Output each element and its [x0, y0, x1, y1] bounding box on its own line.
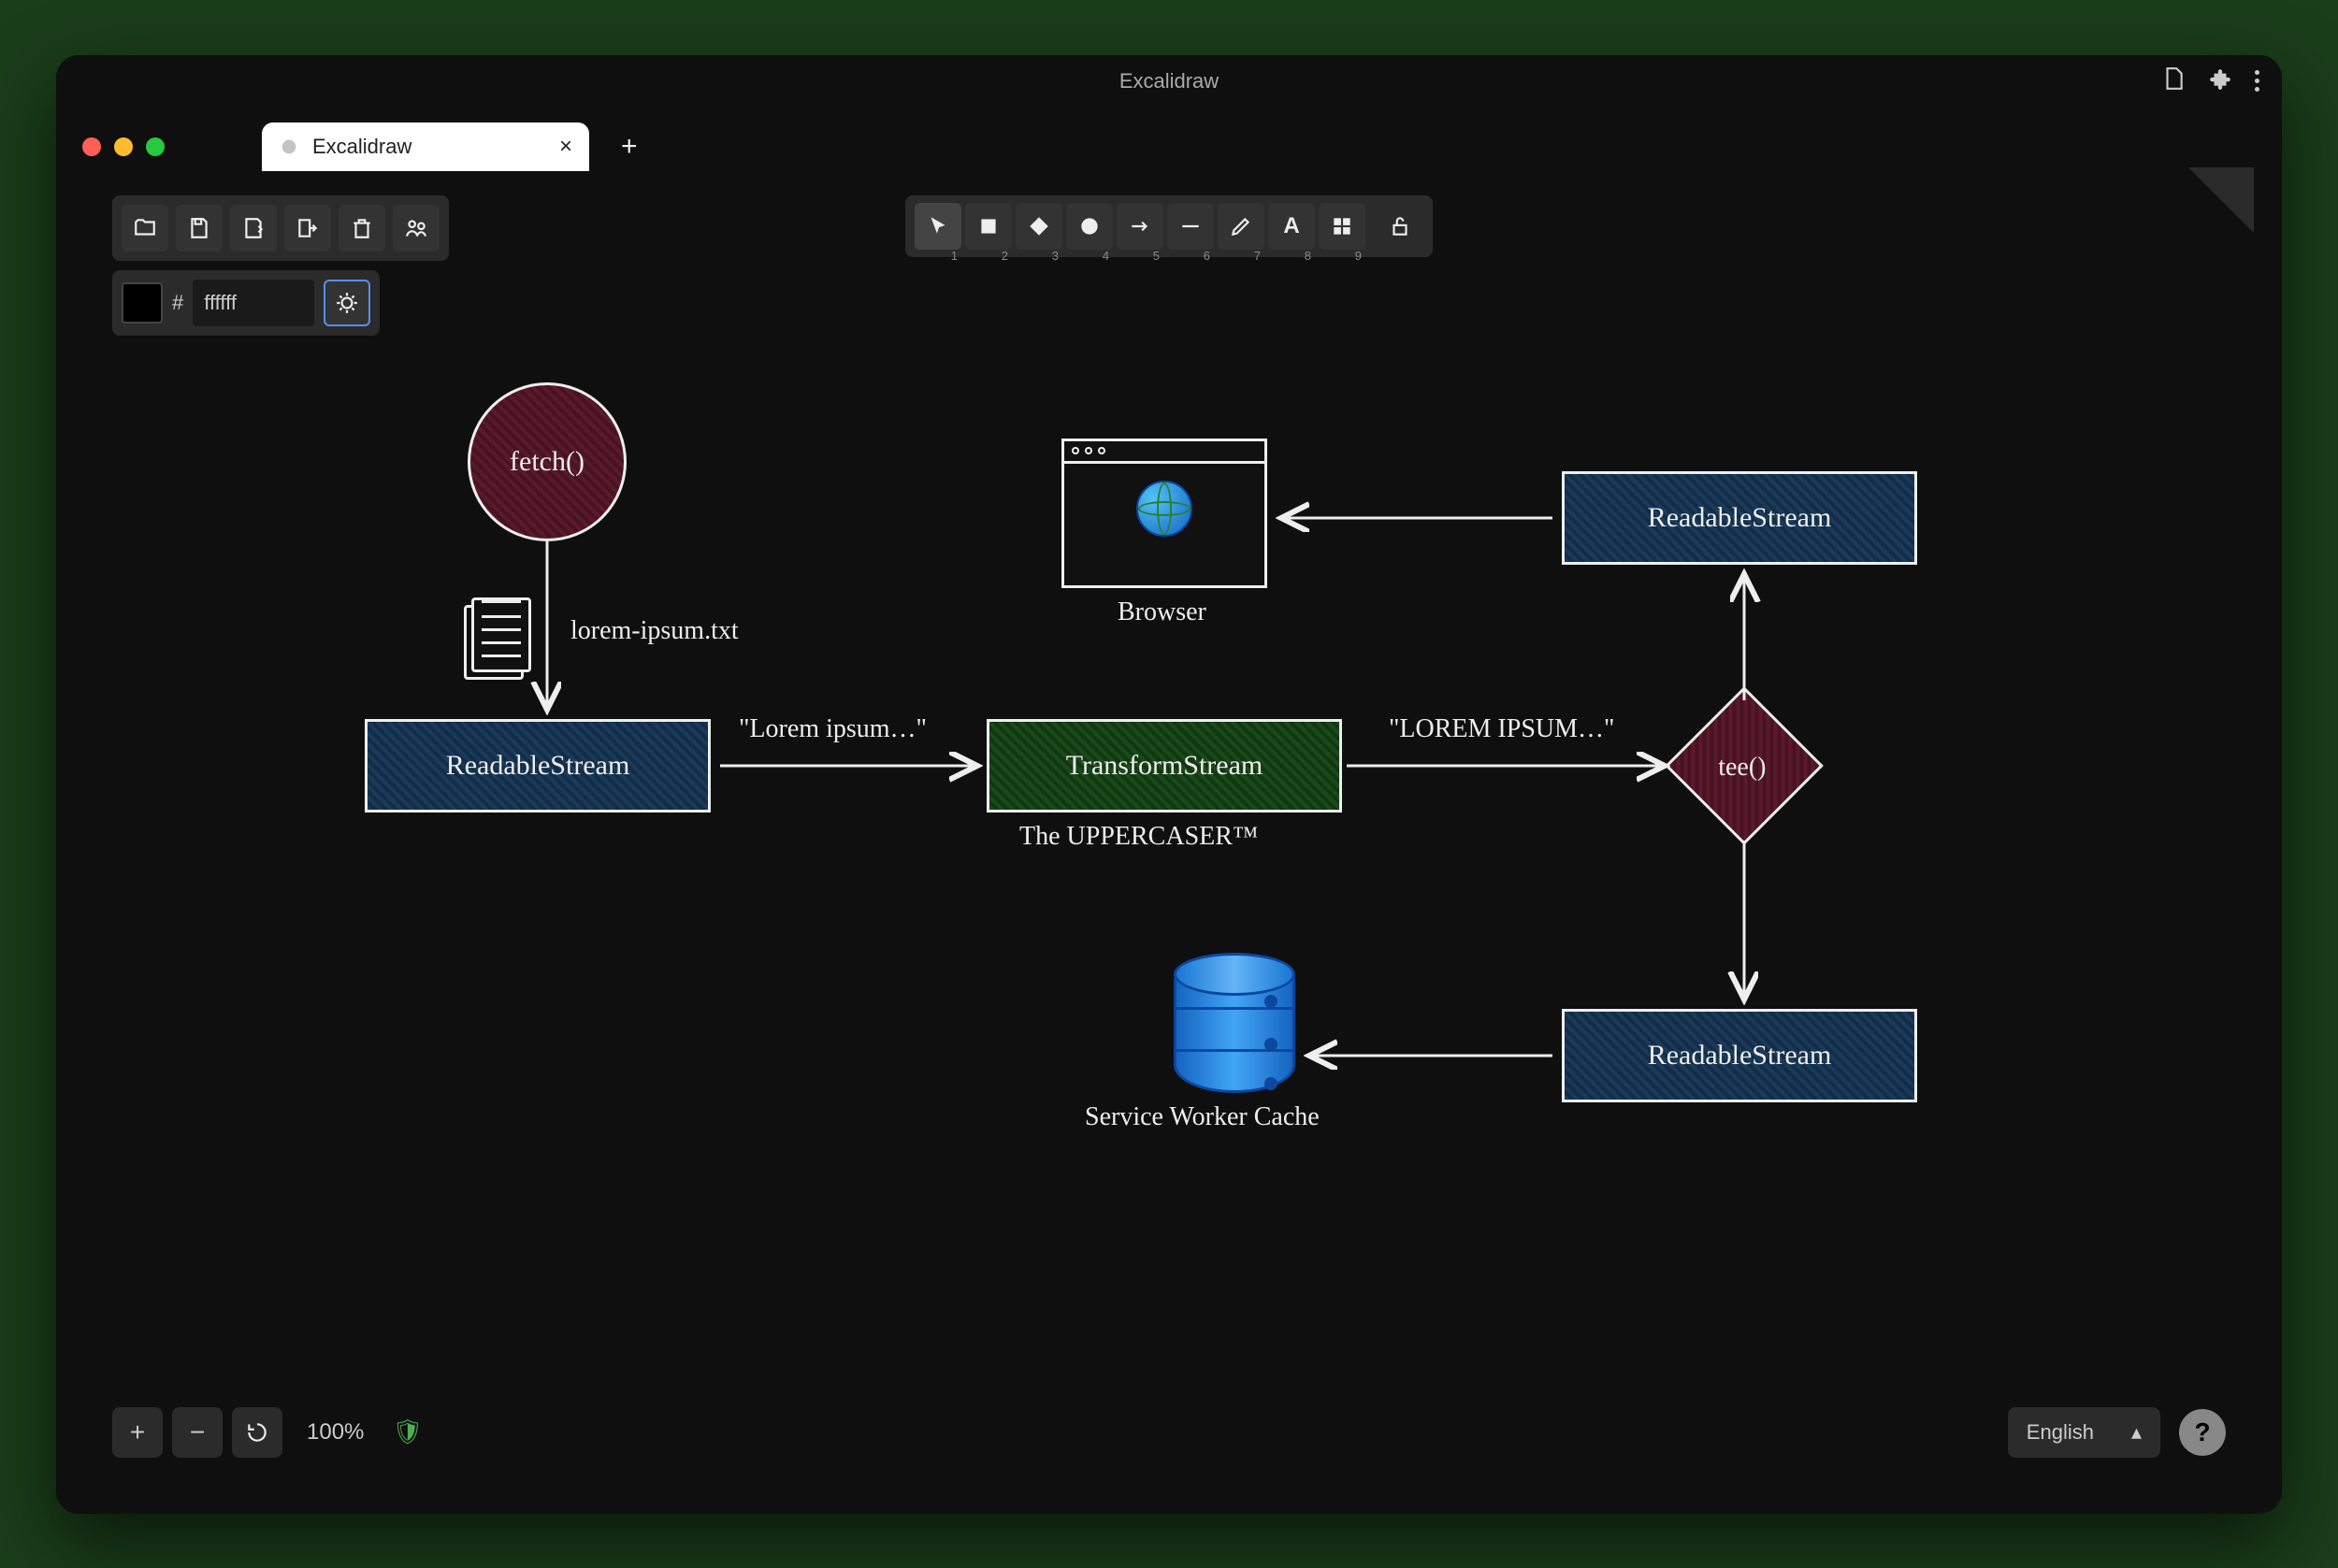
kebab-menu-icon[interactable]	[2255, 70, 2259, 92]
tab-close-icon[interactable]: ×	[559, 134, 572, 160]
zoom-level: 100%	[307, 1419, 364, 1446]
help-button[interactable]: ?	[2179, 1409, 2226, 1456]
zoom-reset-button[interactable]	[232, 1407, 282, 1458]
maximize-window-button[interactable]	[146, 137, 165, 156]
browser-tab[interactable]: Excalidraw ×	[262, 122, 589, 171]
encryption-shield-icon[interactable]: 🛡	[392, 1417, 423, 1446]
extension-icon[interactable]	[2208, 66, 2232, 95]
app-title: Excalidraw	[1119, 69, 1219, 94]
zoom-in-button[interactable]: +	[112, 1407, 163, 1458]
titlebar: Excalidraw	[56, 55, 2282, 108]
close-window-button[interactable]	[82, 137, 101, 156]
statusbar: + − 100% 🛡 English ▴ ?	[112, 1407, 2226, 1458]
minimize-window-button[interactable]	[114, 137, 133, 156]
excalidraw-favicon	[279, 137, 299, 157]
chevron-up-icon: ▴	[2131, 1420, 2142, 1445]
language-select[interactable]: English ▴	[2008, 1407, 2160, 1458]
app-window: Excalidraw Excalidraw × + #	[56, 55, 2282, 1514]
diagram-arrows	[84, 167, 2254, 1486]
page-icon[interactable]	[2161, 66, 2186, 95]
window-controls: Excalidraw × +	[56, 108, 2282, 171]
diagram-canvas[interactable]: fetch() lorem-ipsum.txt ReadableStream "…	[84, 167, 2254, 1486]
zoom-out-button[interactable]: −	[172, 1407, 223, 1458]
tab-title: Excalidraw	[312, 135, 411, 159]
new-tab-button[interactable]: +	[621, 131, 638, 163]
